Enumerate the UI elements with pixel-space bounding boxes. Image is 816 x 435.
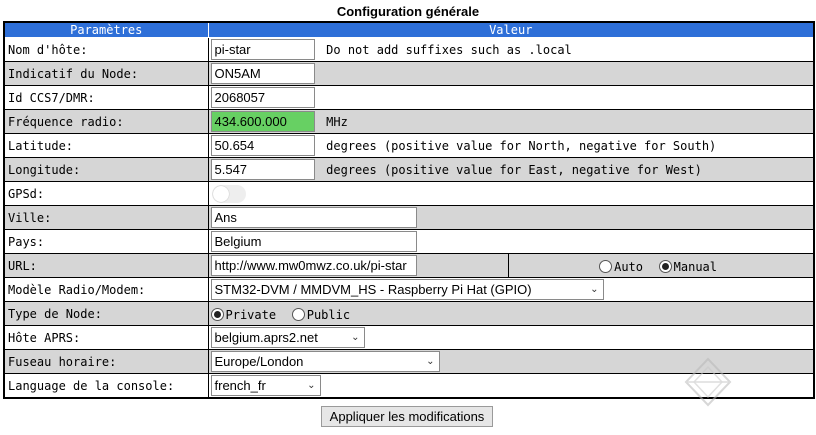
country-label: Pays: <box>3 229 209 254</box>
chevron-down-icon: ⌄ <box>351 332 360 343</box>
aprs-label: Hôte APRS: <box>3 325 209 350</box>
latitude-input[interactable]: 50.654 <box>210 135 315 156</box>
language-select[interactable]: french_fr ⌄ <box>210 375 321 396</box>
language-value: french_fr <box>214 378 266 393</box>
callsign-input[interactable]: ON5AM <box>210 63 315 84</box>
page-title: Configuration générale <box>336 4 480 19</box>
node-public-label: Public <box>306 307 351 322</box>
row-latitude: Latitude: 50.654 degrees (positive value… <box>3 133 815 158</box>
row-callsign: Indicatif du Node: ON5AM <box>3 61 815 86</box>
country-input[interactable]: Belgium <box>210 231 417 252</box>
timezone-label: Fuseau horaire: <box>3 349 209 374</box>
frequency-label: Fréquence radio: <box>3 109 209 134</box>
watermark-logo-icon <box>684 357 732 407</box>
aprs-select[interactable]: belgium.aprs2.net ⌄ <box>210 327 365 348</box>
longitude-input[interactable]: 5.547 <box>210 159 315 180</box>
config-table: Paramètres Valeur Nom d'hôte: pi-star Do… <box>3 21 816 399</box>
hostname-input[interactable]: pi-star <box>210 39 315 60</box>
city-input[interactable]: Ans <box>210 207 417 228</box>
longitude-label: Longitude: <box>3 157 209 182</box>
url-manual-radio[interactable] <box>658 260 672 273</box>
modem-select[interactable]: STM32-DVM / MMDVM_HS - Raspberry Pi Hat … <box>210 279 604 300</box>
longitude-hint: degrees (positive value for East, negati… <box>326 162 702 177</box>
frequency-unit: MHz <box>326 114 348 129</box>
row-ccs7: Id CCS7/DMR: 2068057 <box>3 85 815 110</box>
header-value: Valeur <box>207 21 815 38</box>
apply-button[interactable]: Appliquer les modifications <box>321 406 493 427</box>
hostname-hint: Do not add suffixes such as .local <box>326 42 572 57</box>
ccs7-label: Id CCS7/DMR: <box>3 85 209 110</box>
frequency-input[interactable]: 434.600.000 <box>210 111 315 132</box>
language-label: Language de la console: <box>3 373 209 399</box>
node-private-radio[interactable] <box>210 308 224 321</box>
modem-label: Modèle Radio/Modem: <box>3 277 209 302</box>
timezone-select[interactable]: Europe/London ⌄ <box>210 351 440 372</box>
chevron-down-icon: ⌄ <box>590 284 599 295</box>
row-aprs: Hôte APRS: belgium.aprs2.net ⌄ <box>3 325 815 350</box>
gpsd-toggle[interactable] <box>211 185 246 204</box>
chevron-down-icon: ⌄ <box>307 380 316 391</box>
row-frequency: Fréquence radio: 434.600.000 MHz <box>3 109 815 134</box>
row-modem: Modèle Radio/Modem: STM32-DVM / MMDVM_HS… <box>3 277 815 302</box>
ccs7-input[interactable]: 2068057 <box>210 87 315 108</box>
row-hostname: Nom d'hôte: pi-star Do not add suffixes … <box>3 37 815 62</box>
modem-value: STM32-DVM / MMDVM_HS - Raspberry Pi Hat … <box>214 282 532 297</box>
url-auto-label: Auto <box>614 259 644 274</box>
callsign-label: Indicatif du Node: <box>3 61 209 86</box>
latitude-hint: degrees (positive value for North, negat… <box>326 138 717 153</box>
latitude-label: Latitude: <box>3 133 209 158</box>
city-label: Ville: <box>3 205 209 230</box>
header-params: Paramètres <box>3 21 209 38</box>
url-label: URL: <box>3 253 209 278</box>
url-auto-radio[interactable] <box>599 260 613 273</box>
aprs-value: belgium.aprs2.net <box>214 330 318 345</box>
row-country: Pays: Belgium <box>3 229 815 254</box>
hostname-label: Nom d'hôte: <box>3 37 209 62</box>
node-private-label: Private <box>225 307 277 322</box>
row-longitude: Longitude: 5.547 degrees (positive value… <box>3 157 815 182</box>
row-node-type: Type de Node: Private Public <box>3 301 815 326</box>
timezone-value: Europe/London <box>214 354 304 369</box>
chevron-down-icon: ⌄ <box>426 356 435 367</box>
row-city: Ville: Ans <box>3 205 815 230</box>
row-url: URL: http://www.mw0mwz.co.uk/pi-star Aut… <box>3 253 815 278</box>
gpsd-label: GPSd: <box>3 181 209 206</box>
toggle-knob <box>212 186 229 203</box>
node-type-label: Type de Node: <box>3 301 209 326</box>
node-public-radio[interactable] <box>291 308 305 321</box>
row-gpsd: GPSd: <box>3 181 815 206</box>
url-input[interactable]: http://www.mw0mwz.co.uk/pi-star <box>210 255 417 276</box>
url-manual-label: Manual <box>673 259 718 274</box>
